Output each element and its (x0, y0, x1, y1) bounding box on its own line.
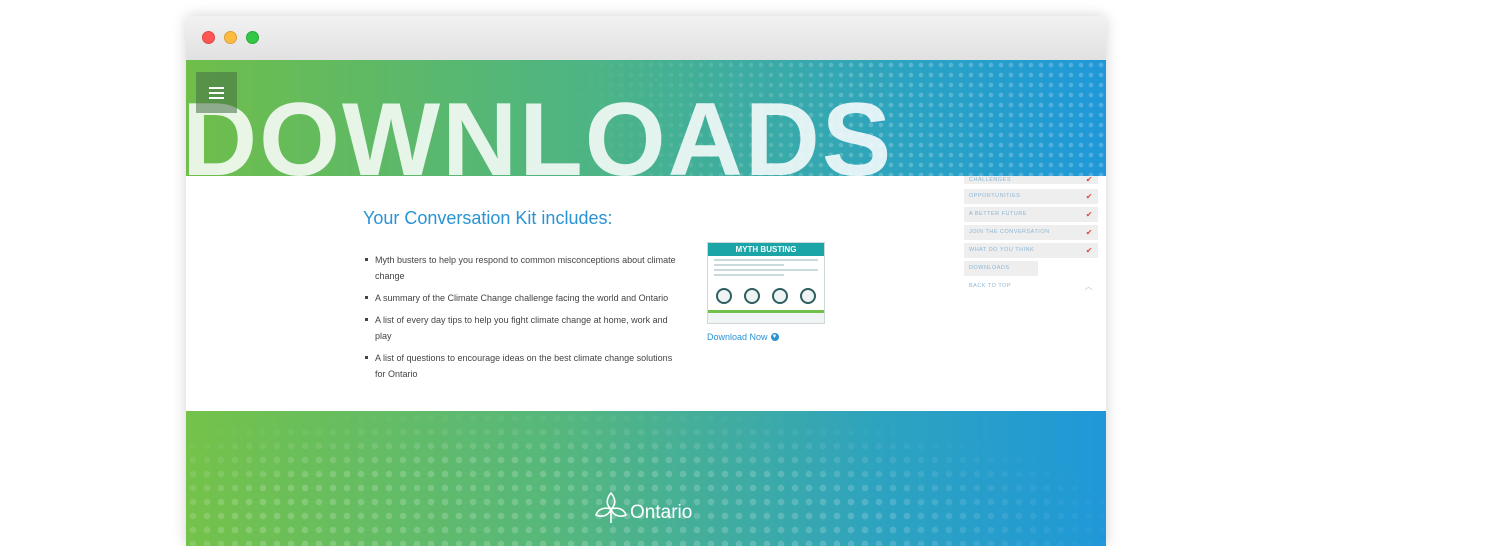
check-icon: ✔ (1085, 192, 1093, 201)
thumbnail-text-line (714, 274, 784, 276)
nav-item-what-do-you-think[interactable]: WHAT DO YOU THINK ✔ (964, 243, 1098, 258)
ontario-logo[interactable]: Ontario (594, 489, 692, 527)
hamburger-icon-bar (209, 91, 224, 94)
maximize-window-button[interactable] (246, 31, 259, 44)
thumbnail-footer (708, 310, 824, 323)
thumbnail-text-line (714, 269, 818, 271)
bicycle-icon (800, 288, 816, 304)
myth-busting-thumbnail[interactable]: MYTH BUSTING (707, 242, 825, 324)
list-item: Myth busters to help you respond to comm… (363, 252, 683, 284)
thumbnail-text-line (714, 264, 784, 266)
download-now-label: Download Now (707, 332, 768, 342)
footer-banner: Ontario (186, 411, 1106, 546)
close-window-button[interactable] (202, 31, 215, 44)
thumbnail-icons (716, 288, 816, 304)
hero-banner: DOWNLOADS (186, 60, 1106, 176)
building-icon (716, 288, 732, 304)
hamburger-icon-bar (209, 96, 224, 99)
nav-item-label: DOWNLOADS (969, 265, 1010, 271)
list-item: A list of questions to encourage ideas o… (363, 350, 683, 382)
thumbnail-text-line (714, 259, 818, 261)
bus-icon (772, 288, 788, 304)
list-item: A summary of the Climate Change challeng… (363, 290, 683, 306)
trillium-icon (595, 492, 627, 523)
chevron-up-icon: ︿ (1084, 282, 1093, 291)
nav-item-downloads[interactable]: DOWNLOADS (964, 261, 1038, 276)
back-to-top-label: BACK TO TOP (969, 283, 1012, 289)
list-item: A list of every day tips to help you fig… (363, 312, 683, 344)
browser-window: DOWNLOADS Your Conversation Kit includes… (186, 16, 1106, 546)
section-nav: CHALLENGES ✔ OPPORTUNITIES ✔ A BETTER FU… (964, 176, 1098, 297)
nav-item-label: CHALLENGES (969, 177, 1011, 183)
kit-list: Myth busters to help you respond to comm… (363, 252, 683, 388)
nav-item-label: A BETTER FUTURE (969, 211, 1027, 217)
nav-item-a-better-future[interactable]: A BETTER FUTURE ✔ (964, 207, 1098, 222)
back-to-top-link[interactable]: BACK TO TOP ︿ (964, 279, 1098, 294)
menu-button[interactable] (196, 72, 237, 113)
hamburger-icon (209, 86, 224, 89)
ontario-wordmark: Ontario (630, 502, 693, 523)
kit-heading: Your Conversation Kit includes: (363, 208, 613, 228)
check-icon: ✔ (1085, 246, 1093, 255)
check-icon: ✔ (1085, 228, 1093, 237)
check-icon: ✔ (1085, 176, 1093, 184)
page-title: DOWNLOADS (186, 82, 894, 176)
download-now-link[interactable]: Download Now ▼ (707, 332, 779, 342)
faucet-icon (744, 288, 760, 304)
minimize-window-button[interactable] (224, 31, 237, 44)
nav-item-label: JOIN THE CONVERSATION (969, 229, 1050, 235)
nav-item-label: WHAT DO YOU THINK (969, 247, 1035, 253)
nav-item-challenges[interactable]: CHALLENGES ✔ (964, 176, 1098, 184)
thumbnail-title: MYTH BUSTING (708, 243, 824, 256)
nav-item-label: OPPORTUNITIES (969, 193, 1021, 199)
nav-item-opportunities[interactable]: OPPORTUNITIES ✔ (964, 189, 1098, 204)
title-bar (186, 16, 1106, 61)
nav-item-join-the-conversation[interactable]: JOIN THE CONVERSATION ✔ (964, 225, 1098, 240)
check-icon: ✔ (1085, 210, 1093, 219)
main-content: Your Conversation Kit includes: Myth bus… (186, 176, 1106, 411)
chevron-circle-down-icon: ▼ (770, 333, 779, 341)
